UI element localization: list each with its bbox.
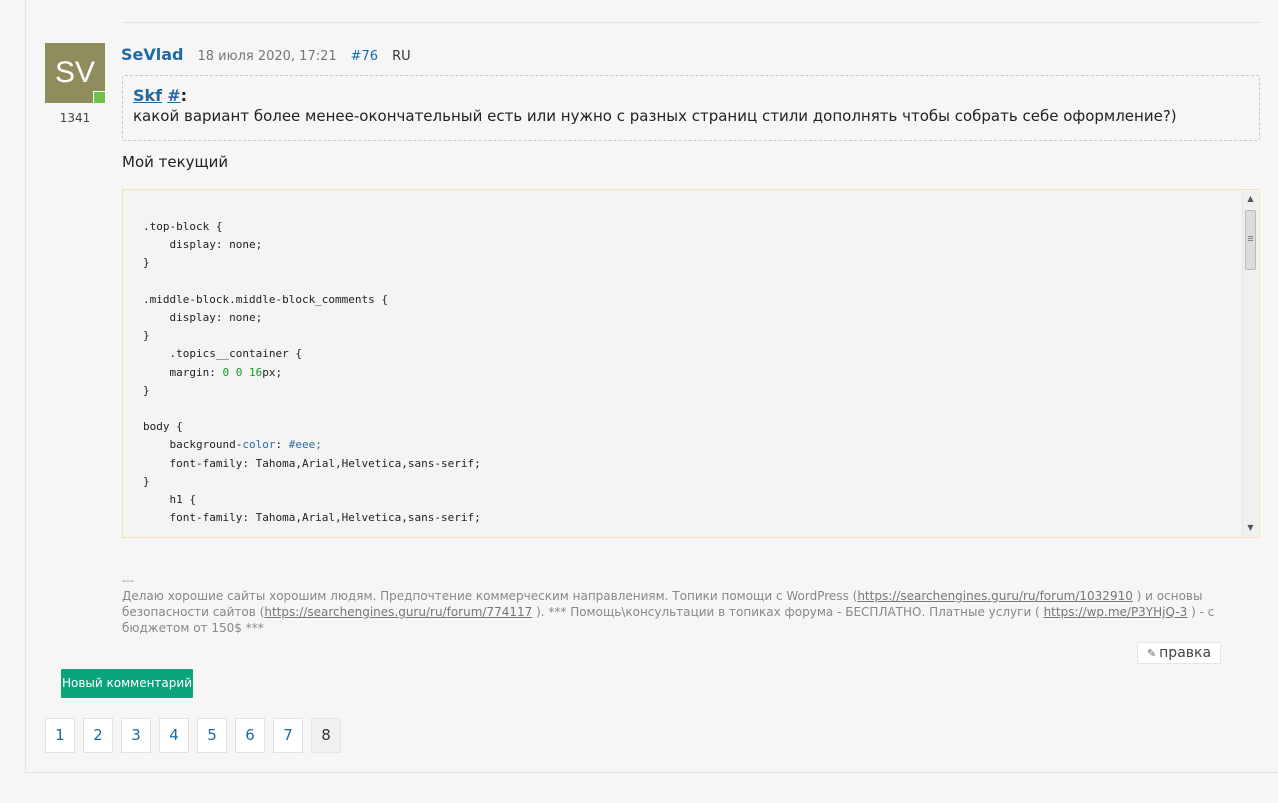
page-link-6[interactable]: 6 xyxy=(235,718,265,753)
top-divider xyxy=(122,22,1260,23)
post-page: SV 1341 SeVlad 18 июля 2020, 17:21 #76 R… xyxy=(25,0,1278,773)
pagination: 12345678 xyxy=(45,718,341,753)
signature-link-2[interactable]: https://searchengines.guru/ru/forum/7741… xyxy=(264,605,532,619)
signature-separator: --- xyxy=(122,574,134,587)
signature-link-1[interactable]: https://searchengines.guru/ru/forum/1032… xyxy=(857,589,1133,603)
quote-colon: : xyxy=(180,86,188,105)
code-scrollbar[interactable]: ▲ ▼ xyxy=(1242,191,1258,536)
new-comment-button[interactable]: Новый комментарий xyxy=(61,669,193,698)
post-header: SeVlad 18 июля 2020, 17:21 #76 RU xyxy=(121,45,411,67)
quote-author-link[interactable]: Skf xyxy=(133,86,162,105)
page-link-8: 8 xyxy=(311,718,341,753)
page-link-7[interactable]: 7 xyxy=(273,718,303,753)
signature: Делаю хорошие сайты хорошим людям. Предп… xyxy=(122,588,1262,636)
quote-source-link[interactable]: # xyxy=(167,86,180,105)
edit-label: правка xyxy=(1159,645,1212,661)
scroll-down-icon[interactable]: ▼ xyxy=(1243,520,1258,536)
code-block[interactable]: .top-block { display: none; } .middle-bl… xyxy=(122,189,1260,538)
post-date: 18 июля 2020, 17:21 xyxy=(197,49,337,64)
code-content: .top-block { display: none; } .middle-bl… xyxy=(143,220,481,525)
scroll-thumb[interactable] xyxy=(1245,210,1256,270)
post-permalink[interactable]: #76 xyxy=(351,49,378,64)
pencil-icon: ✎ xyxy=(1146,647,1157,660)
page-link-2[interactable]: 2 xyxy=(83,718,113,753)
author-link[interactable]: SeVlad xyxy=(121,45,184,64)
page-link-3[interactable]: 3 xyxy=(121,718,151,753)
scroll-up-icon[interactable]: ▲ xyxy=(1243,191,1258,207)
post-count: 1341 xyxy=(59,111,91,125)
avatar[interactable]: SV xyxy=(45,43,106,104)
edit-button[interactable]: ✎ правка xyxy=(1137,642,1221,664)
post-intro: Мой текущий xyxy=(122,153,229,171)
quote-block: Skf #: какой вариант более менее-окончат… xyxy=(122,75,1260,141)
signature-text: Делаю хорошие сайты хорошим людям. Предп… xyxy=(122,589,858,603)
page-link-1[interactable]: 1 xyxy=(45,718,75,753)
signature-link-3[interactable]: https://wp.me/P3YHjQ-3 xyxy=(1044,605,1188,619)
page-link-4[interactable]: 4 xyxy=(159,718,189,753)
online-status-icon xyxy=(93,91,106,104)
quote-text: какой вариант более менее-окончательный … xyxy=(133,107,1177,125)
post-language: RU xyxy=(392,49,411,64)
signature-text: ). *** Помощь\консультации в топиках фор… xyxy=(532,605,1044,619)
avatar-initials: SV xyxy=(54,56,96,89)
page-link-5[interactable]: 5 xyxy=(197,718,227,753)
